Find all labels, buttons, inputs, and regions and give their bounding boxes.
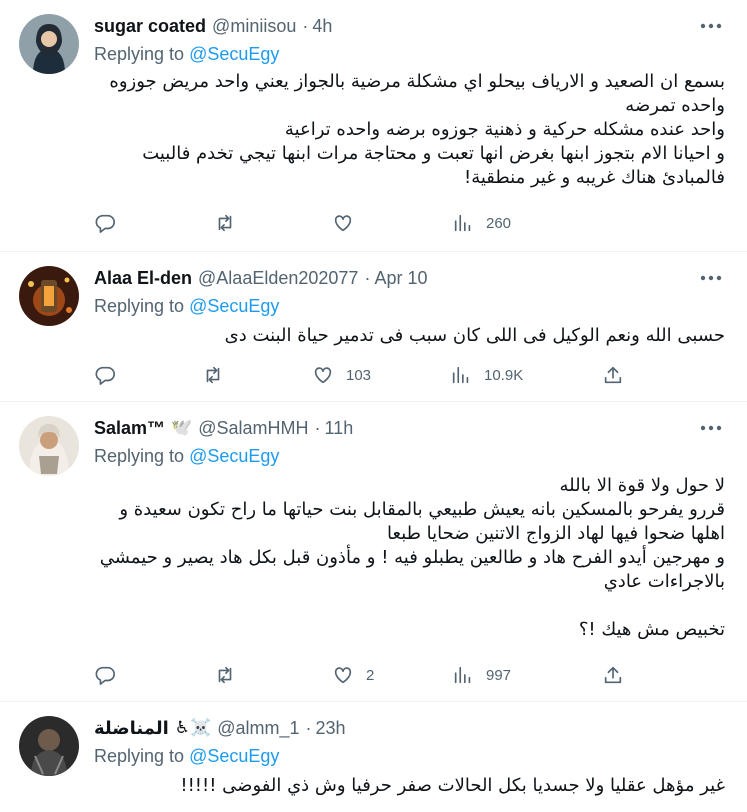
tweet-actions: 103 10.9K — [94, 362, 634, 388]
tweet[interactable]: Alaa El-den @AlaaElden202077 · Apr 10 Re… — [0, 252, 747, 402]
retweet-icon — [206, 366, 220, 384]
timestamp[interactable]: 4h — [312, 16, 332, 37]
replying-label: Replying to — [94, 44, 185, 64]
like-button[interactable]: 103 — [312, 362, 371, 388]
view-count: 260 — [486, 214, 512, 232]
share-icon — [604, 366, 622, 384]
retweet-icon — [218, 666, 232, 684]
replying-label: Replying to — [94, 746, 185, 766]
tweet-header: Salam™ 🕊️ @SalamHMH · 11h — [94, 416, 353, 440]
reply-icon — [95, 666, 115, 685]
retweet-button[interactable] — [214, 662, 248, 688]
tweet-text: حسبى الله ونعم الوكيل فى اللى كان سبب فى… — [224, 325, 725, 346]
view-count: 10.9K — [484, 366, 524, 384]
tweet[interactable]: المناضلة ♿☠️ @almm_1 · 23h Replying to @… — [0, 702, 747, 812]
retweet-icon — [218, 214, 232, 232]
timestamp[interactable]: 23h — [315, 718, 345, 739]
display-name[interactable]: Salam™ — [94, 418, 165, 439]
dove-emoji: 🕊️ — [171, 418, 193, 437]
replying-to: Replying to @SecuEgy — [94, 296, 279, 317]
avatar-image — [19, 14, 79, 74]
like-button[interactable]: 2 — [332, 662, 374, 688]
user-handle[interactable]: @SalamHMH — [198, 418, 308, 439]
user-handle[interactable]: @almm_1 — [217, 718, 299, 739]
like-icon — [314, 367, 332, 384]
reply-button[interactable] — [94, 210, 128, 236]
tweet-actions: 260 — [94, 210, 634, 236]
replying-to-link[interactable]: @SecuEgy — [189, 446, 279, 466]
timestamp[interactable]: 11h — [325, 418, 354, 439]
reply-icon — [95, 366, 115, 385]
replying-to-link[interactable]: @SecuEgy — [189, 296, 279, 316]
share-icon — [604, 666, 622, 684]
tweet[interactable]: Salam™ 🕊️ @SalamHMH · 11h Replying to @S… — [0, 402, 747, 702]
view-count: 997 — [486, 666, 512, 684]
reply-button[interactable] — [94, 362, 128, 388]
replying-to: Replying to @SecuEgy — [94, 446, 279, 467]
timestamp[interactable]: Apr 10 — [374, 268, 427, 289]
tweet-header: sugar coated @miniisou · 4h — [94, 14, 332, 38]
views-button[interactable]: 997 — [452, 662, 511, 688]
replying-label: Replying to — [94, 446, 185, 466]
display-name[interactable]: Alaa El-den — [94, 268, 192, 289]
user-emoji: ♿☠️ — [174, 718, 212, 737]
tweet-text: غير مؤهل عقليا ولا جسديا بكل الحالات صفر… — [180, 775, 725, 796]
replying-to: Replying to @SecuEgy — [94, 746, 279, 767]
tweet-actions: 2 997 — [94, 662, 634, 688]
retweet-button[interactable] — [214, 210, 248, 236]
tweet-text: بسمع ان الصعيد و الارياف بيحلو اي مشكلة … — [109, 71, 725, 188]
avatar[interactable] — [19, 14, 79, 74]
views-button[interactable]: 260 — [452, 210, 511, 236]
separator-dot: · — [314, 417, 321, 438]
like-count: 103 — [346, 366, 372, 384]
replying-to-link[interactable]: @SecuEgy — [189, 746, 279, 766]
more-icon[interactable] — [697, 266, 725, 290]
more-icon[interactable] — [697, 416, 725, 440]
more-icon[interactable] — [697, 14, 725, 38]
like-icon — [334, 667, 352, 684]
avatar-image — [19, 416, 79, 476]
separator-dot: · — [364, 267, 371, 288]
views-button[interactable]: 10.9K — [450, 362, 523, 388]
user-handle[interactable]: @miniisou — [212, 16, 296, 37]
display-name[interactable]: المناضلة — [94, 718, 169, 739]
avatar[interactable] — [19, 266, 79, 326]
replying-to: Replying to @SecuEgy — [94, 44, 279, 65]
avatar[interactable] — [19, 416, 79, 476]
replying-label: Replying to — [94, 296, 185, 316]
share-button[interactable] — [602, 362, 624, 388]
tweet-text: لا حول ولا قوة الا بالله قررو يفرحو بالم… — [99, 475, 725, 640]
views-icon — [452, 366, 469, 384]
avatar[interactable] — [19, 716, 79, 776]
like-icon — [334, 215, 352, 232]
replying-to-link[interactable]: @SecuEgy — [189, 44, 279, 64]
like-count: 2 — [366, 666, 375, 684]
display-name[interactable]: sugar coated — [94, 16, 206, 37]
views-icon — [454, 666, 471, 684]
avatar-image — [19, 716, 79, 776]
reply-icon — [95, 214, 115, 233]
separator-dot: · — [305, 717, 312, 738]
like-button[interactable] — [332, 210, 366, 236]
tweet-header: Alaa El-den @AlaaElden202077 · Apr 10 — [94, 266, 427, 290]
retweet-button[interactable] — [202, 362, 236, 388]
tweet[interactable]: sugar coated @miniisou · 4h Replying to … — [0, 0, 747, 252]
separator-dot: · — [302, 15, 309, 36]
tweet-header: المناضلة ♿☠️ @almm_1 · 23h — [94, 716, 346, 740]
views-icon — [454, 214, 471, 232]
user-handle[interactable]: @AlaaElden202077 — [198, 268, 358, 289]
avatar-image — [19, 266, 79, 326]
share-button[interactable] — [602, 662, 624, 688]
reply-button[interactable] — [94, 662, 128, 688]
